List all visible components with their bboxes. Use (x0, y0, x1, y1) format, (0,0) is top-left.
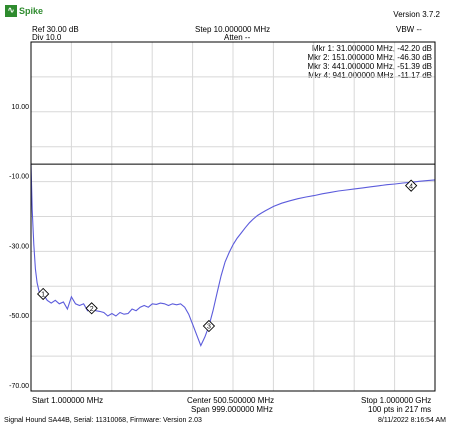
y-tick-label: -30.00 (9, 243, 29, 250)
y-tick-label: -10.00 (9, 174, 29, 181)
start-frequency: Start 1.000000 MHz (32, 396, 104, 405)
device-info: Signal Hound SA44B, Serial: 11310068, Fi… (4, 417, 202, 424)
sweep-points: 100 pts in 217 ms (368, 405, 432, 414)
plot-grid (31, 42, 435, 391)
marker-label: 2 (90, 306, 94, 313)
center-frequency: Center 500.500000 MHz (187, 396, 275, 405)
y-tick-labels: 10.00 -10.00 -30.00 -50.00 -70.00 (9, 104, 29, 390)
span-frequency: Span 999.000000 MHz (191, 405, 273, 414)
marker-3[interactable]: 3 (202, 319, 216, 333)
marker-label: 1 (41, 292, 45, 299)
y-tick-label: 10.00 (11, 104, 29, 111)
y-tick-label: -70.00 (9, 383, 29, 390)
stop-frequency: Stop 1.000000 GHz (361, 396, 432, 405)
marker-2[interactable]: 2 (85, 302, 98, 315)
marker-label: 4 (409, 183, 413, 190)
y-tick-label: -50.00 (9, 313, 29, 320)
timestamp: 8/11/2022 8:16:54 AM (378, 417, 446, 424)
spectrum-plot[interactable]: 10.00 -10.00 -30.00 -50.00 -70.00 1 2 3 4 (0, 0, 450, 426)
marker-label: 3 (207, 324, 211, 331)
